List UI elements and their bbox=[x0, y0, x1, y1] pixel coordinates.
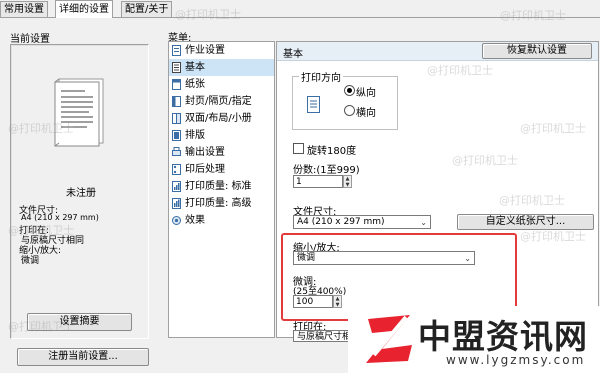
duplex-icon bbox=[172, 113, 181, 124]
menu-item-paper[interactable]: 纸张 bbox=[169, 76, 274, 93]
portrait-radio[interactable] bbox=[344, 85, 355, 96]
paper-size-select[interactable]: A4 (210 x 297 mm) ⌄ bbox=[293, 215, 431, 229]
logo-title: 中盟资讯网 bbox=[418, 317, 588, 356]
basic-icon bbox=[172, 62, 181, 73]
layout-icon bbox=[172, 130, 181, 141]
logo-url: www.lygzmsy.com bbox=[446, 353, 586, 367]
effects-icon bbox=[172, 216, 181, 225]
settings-summary-button[interactable]: 设置摘要 bbox=[27, 313, 132, 331]
cover-icon bbox=[172, 96, 181, 107]
menu-item-layout[interactable]: 排版 bbox=[169, 127, 274, 144]
watermark-text: @打印机卫士 bbox=[427, 64, 493, 77]
menu-item-output[interactable]: 输出设置 bbox=[169, 144, 274, 161]
menu-item-cover[interactable]: 封页/隔页/指定 bbox=[169, 93, 274, 110]
paper-icon bbox=[172, 79, 181, 90]
menu-list: 作业设置 基本 纸张 封页/隔页/指定 双面/布局/小册 排版 输出设置 印后处… bbox=[168, 41, 275, 338]
custom-paper-size-button[interactable]: 自定义纸张尺寸... bbox=[457, 214, 594, 230]
paper-size-summary-value: A4 (210 x 297 mm) bbox=[21, 213, 99, 222]
tab-common-settings[interactable]: 常用设置 bbox=[0, 1, 48, 17]
settings-preview: 未注册 文件尺寸: A4 (210 x 297 mm) 打印在: 与原稿尺寸相同… bbox=[10, 44, 149, 339]
menu-item-duplex[interactable]: 双面/布局/小册 bbox=[169, 110, 274, 127]
menu-item-finishing[interactable]: 印后处理 bbox=[169, 161, 274, 178]
logo-z-icon bbox=[366, 315, 412, 363]
copies-label: 份数:(1至999) bbox=[293, 165, 360, 176]
copies-spinner[interactable]: ▲ ▼ bbox=[343, 175, 352, 188]
restore-defaults-button[interactable]: 恢复默认设置 bbox=[482, 43, 592, 59]
rotate-180-checkbox[interactable] bbox=[293, 143, 304, 154]
menu-item-basic[interactable]: 基本 bbox=[169, 59, 274, 76]
rotate-180-label: 旋转180度 bbox=[307, 146, 357, 157]
chevron-down-icon: ⌄ bbox=[420, 218, 427, 227]
menu-item-effects[interactable]: 效果 bbox=[169, 212, 274, 229]
menu-item-job-settings[interactable]: 作业设置 bbox=[169, 42, 274, 59]
tab-config-about[interactable]: 配置/关于 bbox=[121, 1, 173, 17]
tab-bar: 常用设置 详细的设置 配置/关于 bbox=[0, 0, 600, 18]
portrait-page-icon bbox=[307, 96, 320, 113]
landscape-radio[interactable] bbox=[344, 105, 355, 116]
job-settings-icon bbox=[172, 45, 181, 56]
menu-item-quality-standard[interactable]: 打印质量: 标准 bbox=[169, 178, 274, 195]
scale-summary-value: 微调 bbox=[21, 256, 40, 266]
portrait-label: 纵向 bbox=[356, 88, 376, 99]
document-name: 未注册 bbox=[66, 188, 96, 199]
copies-input[interactable]: 1 bbox=[293, 175, 343, 188]
menu-item-quality-advanced[interactable]: 打印质量: 高级 bbox=[169, 195, 274, 212]
watermark-text: @打印机卫士 bbox=[452, 154, 518, 167]
panel-title: 基本 bbox=[283, 49, 303, 60]
orientation-group: 打印方向 纵向 横向 bbox=[292, 69, 398, 130]
orientation-legend: 打印方向 bbox=[299, 69, 343, 84]
landscape-label: 横向 bbox=[356, 108, 376, 119]
finishing-icon bbox=[172, 164, 181, 175]
current-settings-label: 当前设置 bbox=[10, 34, 50, 45]
site-logo: 中盟资讯网 www.lygzmsy.com bbox=[348, 306, 600, 373]
watermark-text: @打印机卫士 bbox=[499, 194, 565, 207]
output-icon bbox=[172, 147, 181, 156]
tab-detailed-settings[interactable]: 详细的设置 bbox=[55, 0, 113, 18]
register-settings-button[interactable]: 注册当前设置... bbox=[17, 348, 149, 366]
panel-header: 基本 恢复默认设置 bbox=[277, 42, 598, 61]
quality-advanced-icon bbox=[172, 198, 181, 209]
quality-standard-icon bbox=[172, 181, 181, 192]
document-preview-icon bbox=[54, 78, 104, 147]
